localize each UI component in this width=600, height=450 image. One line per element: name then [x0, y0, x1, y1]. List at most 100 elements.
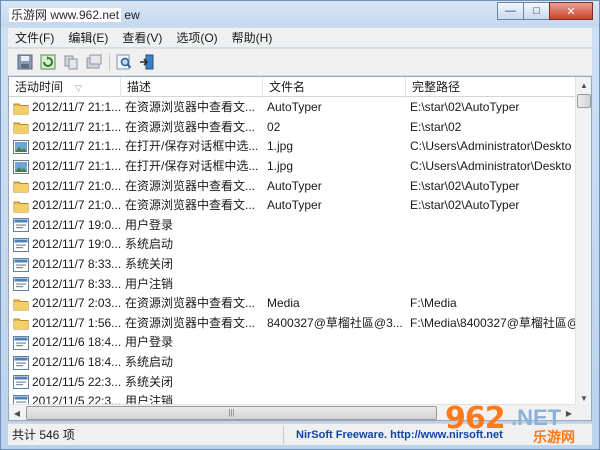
folder-icon [13, 103, 29, 115]
table-row[interactable]: 2012/11/7 19:0... 系统启动 [9, 235, 577, 255]
cell-time: 2012/11/7 21:0... [9, 177, 121, 196]
system-event-icon [13, 355, 29, 370]
cell-description: 在资源浏览器中查看文... [125, 100, 256, 115]
horizontal-scroll-thumb[interactable]: ||| [26, 406, 437, 420]
cell-fullpath: F:\Media [410, 296, 457, 311]
cell-description: 在资源浏览器中查看文... [125, 315, 256, 330]
table-row[interactable]: 2012/11/6 18:4... 系统启动 [9, 353, 577, 373]
system-event-icon [13, 237, 29, 252]
cell-time: 2012/11/7 19:0... [9, 216, 121, 235]
list-header: 活动时间 ▽ 描述 文件名 完整路径 [9, 77, 577, 97]
copy-icon [64, 55, 78, 70]
cell-fullpath: E:\star\02\AutoTyper [410, 100, 520, 115]
cell-time: 2012/11/7 1:56... [9, 314, 121, 333]
copy-button[interactable] [60, 51, 82, 73]
event-list[interactable]: 活动时间 ▽ 描述 文件名 完整路径 2012/11/7 21:1... 在资源浏览… [8, 76, 592, 421]
scroll-left-icon[interactable]: ◀ [9, 405, 25, 420]
save-icon [17, 54, 33, 70]
cell-time: 2012/11/7 21:1... [9, 157, 121, 176]
cell-filename: 02 [267, 119, 281, 134]
properties-button[interactable] [83, 51, 105, 73]
title-bar[interactable]: 乐游网 www.962.net ew — □ ✕ [1, 1, 599, 27]
cell-filename: AutoTyper [267, 178, 322, 193]
table-row[interactable]: 2012/11/7 1:56... 在资源浏览器中查看文... 8400327@草榴… [9, 314, 577, 334]
refresh-icon [40, 54, 56, 70]
menu-edit[interactable]: 编辑(E) [61, 29, 115, 46]
vertical-scrollbar[interactable]: ▲ ▼ [575, 77, 591, 406]
cell-fullpath: C:\Users\Administrator\Deskto [410, 159, 572, 174]
cell-time: 2012/11/7 8:33... [9, 255, 121, 274]
find-button[interactable] [113, 51, 135, 73]
toolbar-separator [109, 53, 110, 71]
table-row[interactable]: 2012/11/7 21:1... 在打开/保存对话框中选... 1.jpg C:\U… [9, 137, 577, 157]
table-row[interactable]: 2012/11/5 22:3... 系统关闭 [9, 372, 577, 392]
watermark-cn: 乐游网 [533, 429, 575, 445]
column-header-time[interactable]: 活动时间 ▽ [9, 77, 121, 97]
cell-description: 在资源浏览器中查看文... [125, 178, 256, 193]
window-controls: — □ ✕ [497, 2, 593, 20]
cell-filename: Media [267, 296, 300, 311]
column-header-fullpath[interactable]: 完整路径 [406, 77, 577, 97]
save-button[interactable] [14, 51, 36, 73]
table-row[interactable]: 2012/11/7 2:03... 在资源浏览器中查看文... Media F:\Me… [9, 294, 577, 314]
item-count: 共计 546 项 [8, 425, 284, 444]
cell-time: 2012/11/7 2:03... [9, 294, 121, 313]
refresh-button[interactable] [37, 51, 59, 73]
cell-time: 2012/11/6 18:4... [9, 353, 121, 372]
table-row[interactable]: 2012/11/6 18:4... 用户登录 [9, 333, 577, 353]
cell-fullpath: F:\Media\8400327@草榴社區@3 [410, 315, 577, 330]
table-row[interactable]: 2012/11/7 8:33... 用户注销 [9, 274, 577, 294]
table-row[interactable]: 2012/11/7 21:1... 在打开/保存对话框中选... 1.jpg C:\U… [9, 157, 577, 177]
image-file-icon [13, 159, 29, 174]
table-row[interactable]: 2012/11/7 21:1... 在资源浏览器中查看文... 02 E:\star\… [9, 118, 577, 138]
cell-time: 2012/11/7 8:33... [9, 275, 121, 294]
cell-description: 在打开/保存对话框中选... [125, 159, 259, 174]
column-header-filename[interactable]: 文件名 [263, 77, 406, 97]
system-event-icon [13, 277, 29, 292]
minimize-button[interactable]: — [497, 2, 524, 20]
table-row[interactable]: 2012/11/7 21:0... 在资源浏览器中查看文... AutoTyper E… [9, 196, 577, 216]
menu-view[interactable]: 查看(V) [115, 29, 169, 46]
exit-button[interactable] [136, 51, 158, 73]
table-row[interactable]: 2012/11/7 21:0... 在资源浏览器中查看文... AutoTyper E… [9, 176, 577, 196]
table-row[interactable]: 2012/11/7 19:0... 用户登录 [9, 216, 577, 236]
cell-filename: AutoTyper [267, 198, 322, 213]
cell-filename: 1.jpg [267, 139, 294, 154]
column-header-description[interactable]: 描述 [121, 77, 263, 97]
menu-file[interactable]: 文件(F) [8, 29, 61, 46]
cell-description: 在资源浏览器中查看文... [125, 198, 256, 213]
cell-description: 在资源浏览器中查看文... [125, 119, 256, 134]
watermark-number: 962 [445, 401, 506, 436]
cell-time: 2012/11/6 18:4... [9, 333, 121, 352]
cell-description: 系统关闭 [125, 374, 174, 389]
title-text: ew [124, 8, 140, 22]
system-event-icon [13, 335, 29, 350]
system-event-icon [13, 257, 29, 272]
title-watermark: 乐游网 www.962.net [9, 8, 122, 22]
app-window: 乐游网 www.962.net ew — □ ✕ 文件(F) 编辑(E) 查看(… [0, 0, 600, 450]
exit-icon [140, 54, 154, 70]
menu-options[interactable]: 选项(O) [169, 29, 224, 46]
window-title: 乐游网 www.962.net ew [9, 6, 140, 23]
cell-description: 系统启动 [125, 355, 174, 370]
cell-description: 在资源浏览器中查看文... [125, 296, 256, 311]
folder-icon [13, 299, 29, 311]
scroll-up-icon[interactable]: ▲ [576, 77, 591, 93]
list-rows: 2012/11/7 21:1... 在资源浏览器中查看文... AutoTyper E… [9, 98, 577, 406]
site-watermark-logo: 962 .NET 乐游网 [445, 401, 595, 445]
vertical-scroll-thumb[interactable] [577, 94, 591, 108]
close-button[interactable]: ✕ [549, 2, 593, 20]
table-row[interactable]: 2012/11/7 8:33... 系统关闭 [9, 255, 577, 275]
maximize-button[interactable]: □ [523, 2, 550, 20]
cell-fullpath: C:\Users\Administrator\Deskto [410, 139, 572, 154]
cell-description: 用户登录 [125, 335, 174, 350]
table-row[interactable]: 2012/11/7 21:1... 在资源浏览器中查看文... AutoTyper E… [9, 98, 577, 118]
cell-description: 用户登录 [125, 217, 174, 232]
cell-description: 系统启动 [125, 237, 174, 252]
menu-bar: 文件(F) 编辑(E) 查看(V) 选项(O) 帮助(H) [8, 28, 592, 47]
folder-icon [13, 181, 29, 193]
system-event-icon [13, 375, 29, 390]
menu-help[interactable]: 帮助(H) [225, 29, 280, 46]
cell-description: 用户注销 [125, 276, 174, 291]
cell-fullpath: E:\star\02\AutoTyper [410, 198, 520, 213]
